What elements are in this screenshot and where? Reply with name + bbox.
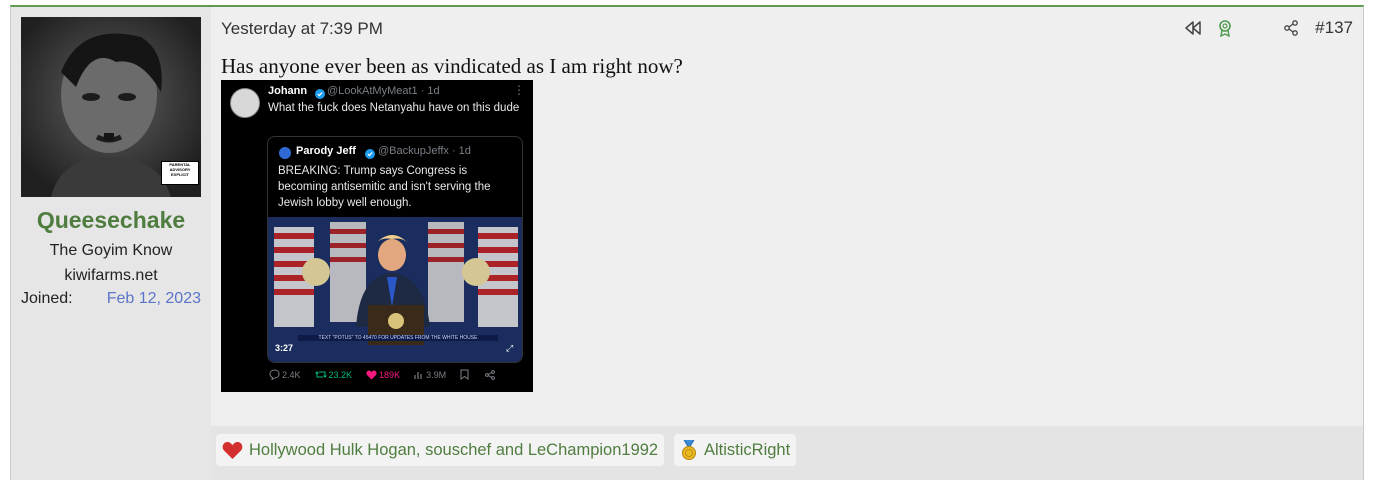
reply-count: 2.4K [282,369,301,380]
quote-text: BREAKING: Trump says Congress is becomin… [278,165,491,209]
joined-label: Joined: [21,290,73,307]
reply-action: 2.4K [269,369,301,380]
reply-icon [269,369,280,380]
quote-avatar [279,147,291,159]
post-date[interactable]: Yesterday at 7:39 PM [221,19,383,39]
video-thumbnail: TEXT "POTUS" TO 45470 FOR UPDATES FROM T… [268,217,522,362]
post-container: PARENTAL ADVISORY EXPLICIT Queesechake The… [10,5,1364,480]
retweet-action: 23.2K [314,369,353,380]
tweet-author-name: Johann [268,85,308,97]
tweet-text: What the fuck does Netanyahu have on thi… [268,102,520,114]
views-icon [414,371,422,379]
verified-icon [365,146,375,164]
post-number[interactable]: #137 [1315,18,1353,38]
message-body: Has anyone ever been as vindicated as I … [221,54,683,78]
video-banner: TEXT "POTUS" TO 45470 FOR UPDATES FROM T… [298,335,498,341]
medal-icon [680,439,698,461]
message-column: Yesterday at 7:39 PM #137 Has anyone eve… [211,7,1363,480]
tweet-screenshot[interactable]: Johann @LookAtMyMeat1 · 1d ⋮ What the fu… [221,80,533,392]
tweet-avatar [230,88,260,118]
like-action: 189K [366,370,400,380]
more-icon: ⋮ [513,83,525,97]
heart-icon [222,441,243,460]
retweet-icon [314,371,327,378]
tweet-actions: 2.4K 23.2K 189K 3.9M [269,369,519,380]
username[interactable]: Queesechake [11,207,211,234]
tweet-author-handle: @LookAtMyMeat1 · 1d [327,85,440,97]
quote-author-handle: @BackupJeffx · 1d [378,145,471,157]
share-icon [485,369,497,380]
fullscreen-icon: ⤢ [506,343,514,353]
post-header-actions: #137 [1183,18,1353,38]
user-avatar[interactable]: PARENTAL ADVISORY EXPLICIT [21,17,201,197]
like-count: 189K [379,369,401,380]
joined-row: Joined: Feb 12, 2023 [21,290,201,308]
reactions-bar: Hollywood Hulk Hogan, souschef and LeCha… [211,426,1363,480]
retweet-count: 23.2K [328,369,353,380]
user-title: The Goyim Know [49,242,173,259]
quoted-tweet: Parody Jeff @BackupJeffx · 1d BREAKING: … [267,136,523,363]
bookmark-icon [460,369,471,380]
user-column: PARENTAL ADVISORY EXPLICIT Queesechake The… [11,7,211,480]
reaction-heart-users[interactable]: Hollywood Hulk Hogan, souschef and LeCha… [216,434,665,466]
views-action: 3.9M [414,370,446,380]
award-icon[interactable] [1215,18,1235,38]
reaction-users-text: Hollywood Hulk Hogan, souschef and LeCha… [249,440,659,459]
reaction-medal-users[interactable]: AltisticRight [674,434,797,466]
like-icon [366,370,377,379]
user-subtitle: kiwifarms.net [64,267,158,284]
joined-date: Feb 12, 2023 [106,290,201,307]
video-duration: 3:27 [275,343,294,353]
parental-advisory-sticker: PARENTAL ADVISORY EXPLICIT [161,161,199,185]
video-scene [268,217,522,362]
view-count: 3.9M [426,369,447,380]
quote-author-name: Parody Jeff [296,145,356,157]
share-icon[interactable] [1281,18,1301,38]
rewind-icon[interactable] [1183,18,1203,38]
reaction-users-text: AltisticRight [704,440,791,459]
